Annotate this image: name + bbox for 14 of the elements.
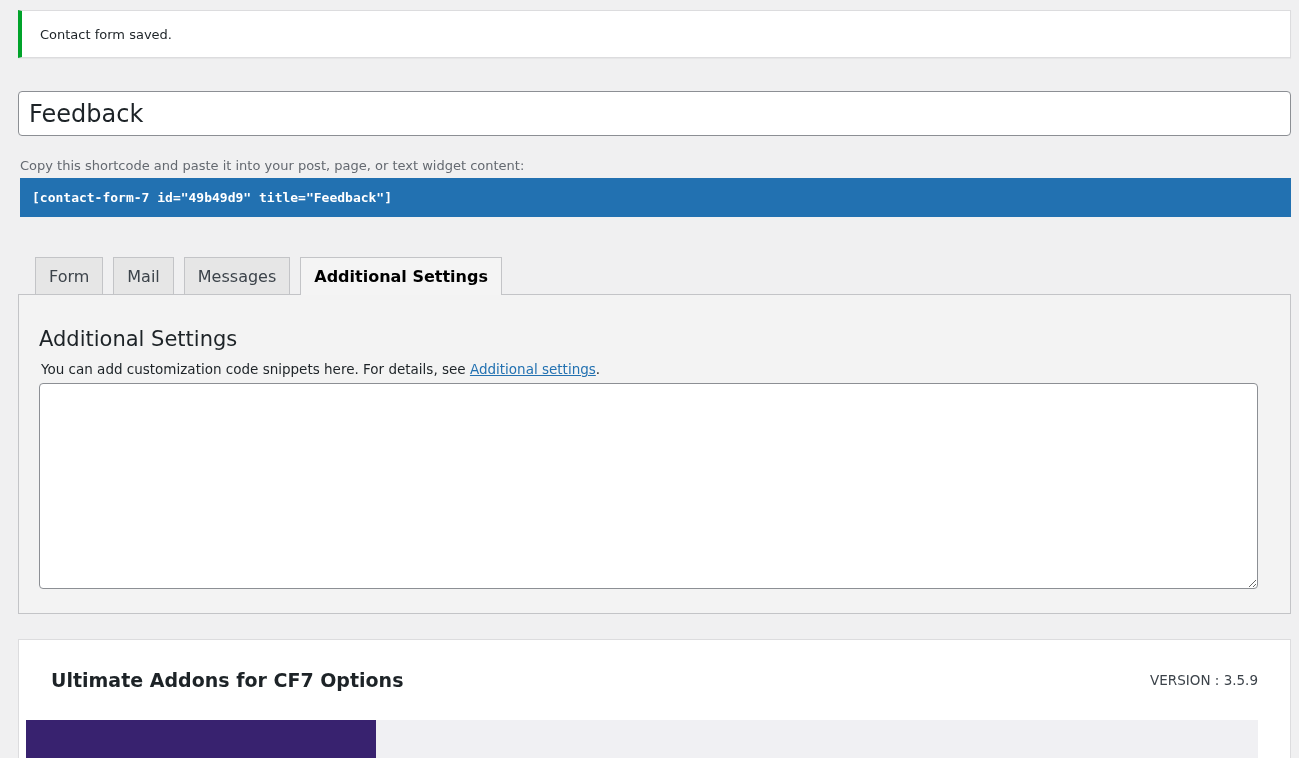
- code-textarea[interactable]: [39, 383, 1258, 589]
- tab[interactable]: Additional Settings: [300, 257, 502, 295]
- title-input[interactable]: Feedback: [18, 91, 1291, 136]
- tab[interactable]: Mail: [113, 257, 174, 294]
- shortcode-field[interactable]: [contact-form-7 id="49b49d9" title="Feedback"]: [20, 178, 1291, 217]
- additional-settings-link[interactable]: Additional settings: [469, 361, 596, 377]
- version-text: VERSION : 3.5.9: [1150, 672, 1258, 688]
- tab[interactable]: Messages: [183, 257, 291, 294]
- notice-text: Contact form saved.: [40, 26, 172, 42]
- panel-heading: Additional Settings: [39, 327, 239, 351]
- description-text: You can add customization code snippets here. For details, see Additional settings.: [41, 361, 602, 377]
- card-title: Ultimate Addons for CF7 Options: [51, 669, 404, 691]
- shortcode-label: Copy this shortcode and paste it into your post, page, or text widget content:: [20, 158, 526, 173]
- tab[interactable]: Form: [35, 257, 104, 294]
